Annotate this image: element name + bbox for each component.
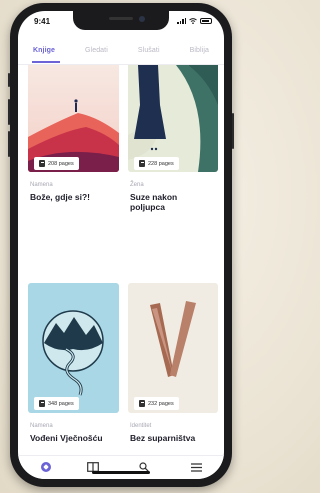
- book-card[interactable]: 208 pages Namena Bože, gdje si?!: [28, 65, 119, 225]
- book-card[interactable]: 348 pages Namena Vođeni Vječnošću: [28, 283, 119, 455]
- tab-biblija[interactable]: Biblija: [190, 47, 209, 63]
- compass-icon: [41, 462, 51, 472]
- book-icon: [39, 160, 45, 167]
- book-card[interactable]: 228 pages Žena Suze nakon poljupca: [128, 65, 218, 225]
- notch: [73, 11, 169, 30]
- speaker: [109, 17, 133, 20]
- camera: [139, 16, 145, 22]
- book-cover: [28, 65, 119, 172]
- page-count-badge: 228 pages: [134, 157, 179, 170]
- active-tab-indicator: [32, 61, 60, 63]
- book-category: Namena: [30, 423, 53, 429]
- status-time: 9:41: [34, 17, 51, 26]
- book-cover-art: [28, 65, 119, 172]
- tab-gledati[interactable]: Gledati: [85, 47, 108, 63]
- volume-down-button: [8, 131, 10, 157]
- book-title: Bože, gdje si?!: [30, 192, 90, 202]
- phone-frame: 9:41 Knjige Gledati Slušati Biblija 208 …: [8, 3, 234, 487]
- book-category: Identitet: [130, 423, 152, 429]
- page-count-badge: 208 pages: [34, 157, 79, 170]
- book-icon: [39, 400, 45, 407]
- screen: 9:41 Knjige Gledati Slušati Biblija 208 …: [18, 11, 224, 479]
- volume-up-button: [8, 99, 10, 125]
- power-button: [232, 113, 234, 149]
- home-indicator: [92, 471, 150, 474]
- page-count-badge: 232 pages: [134, 397, 179, 410]
- page-count-badge: 348 pages: [34, 397, 79, 410]
- nav-menu[interactable]: [188, 460, 204, 474]
- battery-icon: [200, 17, 212, 24]
- page-count: 228 pages: [148, 160, 174, 167]
- book-title: Bez suparništva: [130, 433, 196, 443]
- wifi-icon: [189, 17, 197, 24]
- nav-discover[interactable]: [38, 460, 54, 474]
- book-cover-art: [128, 283, 218, 413]
- signal-icon: [177, 17, 186, 24]
- bottom-nav: [18, 455, 224, 479]
- book-grid: 208 pages Namena Bože, gdje si?! 228 pag…: [18, 65, 224, 455]
- tab-slusati[interactable]: Slušati: [138, 47, 160, 63]
- page-count: 348 pages: [48, 400, 74, 407]
- book-card[interactable]: 232 pages Identitet Bez suparništva: [128, 283, 218, 455]
- status-icons: [177, 17, 212, 24]
- book-cover: [28, 283, 119, 413]
- book-cover: [128, 65, 218, 172]
- book-icon: [139, 400, 145, 407]
- book-cover-art: [128, 65, 218, 172]
- book-cover: [128, 283, 218, 413]
- book-icon: [139, 160, 145, 167]
- page-count: 208 pages: [48, 160, 74, 167]
- book-category: Namena: [30, 182, 53, 188]
- book-cover-art: [28, 283, 119, 413]
- book-category: Žena: [130, 182, 144, 188]
- menu-icon: [190, 462, 202, 472]
- book-title: Vođeni Vječnošću: [30, 433, 103, 443]
- book-title: Suze nakon poljupca: [130, 192, 178, 212]
- page-count: 232 pages: [148, 400, 174, 407]
- mute-switch: [8, 73, 10, 87]
